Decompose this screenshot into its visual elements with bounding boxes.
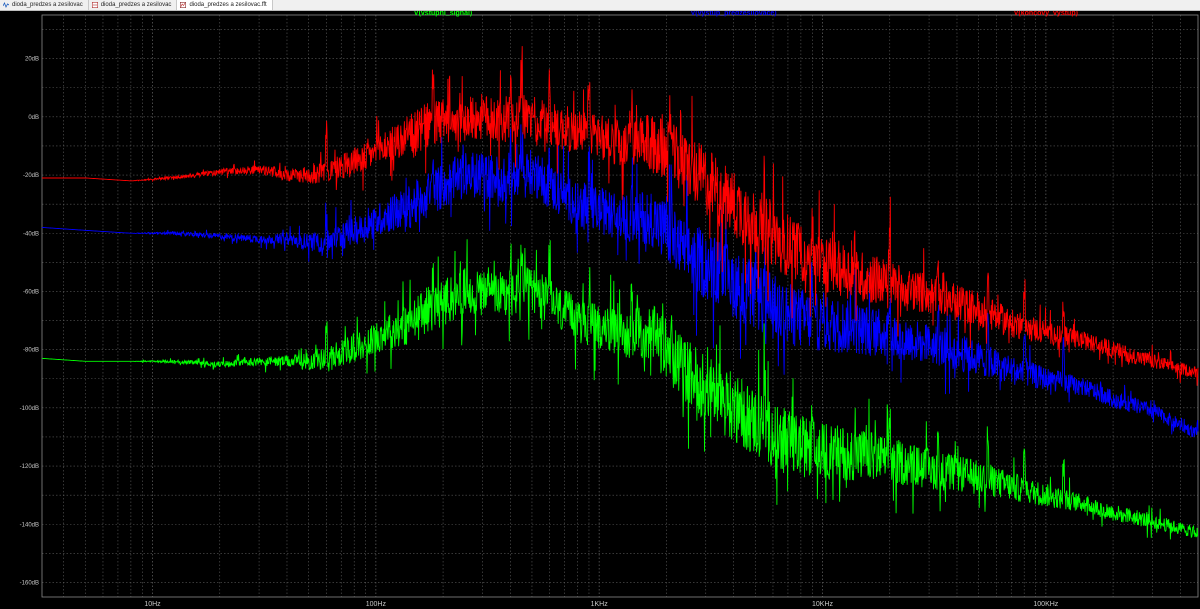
trace-name-3[interactable]: V(koncovy_vystup) <box>1014 11 1078 17</box>
tab-label: dioda_predzes a zesilovac.fft <box>189 2 267 8</box>
schematic-icon <box>91 2 98 8</box>
y-tick-label: -20dB <box>23 173 39 179</box>
tab-2[interactable]: dioda_predzes a zesilovac <box>89 0 178 10</box>
x-tick-label: 1KHz <box>591 601 609 608</box>
tab-label: dioda_predzes a zesilovac <box>100 2 172 8</box>
tab-label: dioda_predzes a zesilovac <box>12 2 83 8</box>
document-tab-bar: dioda_predzes a zesilovac dioda_predzes a… <box>0 0 1200 11</box>
y-tick-label: -100dB <box>20 406 39 412</box>
y-tick-label: -120dB <box>20 464 39 470</box>
fft-plot-icon <box>180 2 187 8</box>
trace-name-2[interactable]: V(vystup_predzesilovace) <box>691 11 777 17</box>
fft-chart[interactable]: 20dB 0dB -20dB -40dB -60dB -80dB -100dB -120dB -… <box>0 11 1200 609</box>
tab-1[interactable]: dioda_predzes a zesilovac <box>0 0 89 10</box>
y-tick-label: -80dB <box>23 348 39 354</box>
y-tick-label: 20dB <box>25 57 39 63</box>
x-tick-label: 10Hz <box>144 601 161 608</box>
trace-name-1[interactable]: V(vstupni_signal) <box>414 11 472 17</box>
fft-plot-pane[interactable]: 20dB 0dB -20dB -40dB -60dB -80dB -100dB -120dB -… <box>0 11 1200 609</box>
x-tick-label: 10KHz <box>812 601 834 608</box>
y-tick-label: -140dB <box>20 522 39 528</box>
y-tick-label: -40dB <box>23 231 39 237</box>
x-tick-label: 100KHz <box>1033 601 1058 608</box>
y-tick-label: -60dB <box>23 289 39 295</box>
waveform-icon <box>3 2 9 8</box>
x-tick-label: 100Hz <box>366 601 387 608</box>
y-tick-label: -160dB <box>20 580 39 586</box>
y-tick-label: 0dB <box>28 115 39 121</box>
tab-3[interactable]: dioda_predzes a zesilovac.fft <box>177 0 273 10</box>
